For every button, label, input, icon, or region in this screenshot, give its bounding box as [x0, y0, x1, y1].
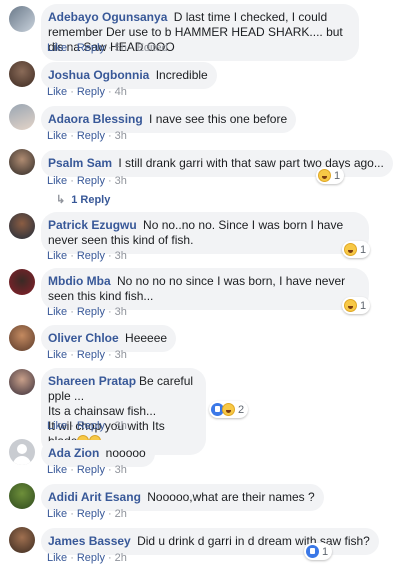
reaction-count[interactable]: 1 [304, 543, 333, 560]
reply-button[interactable]: Reply [77, 349, 105, 361]
commenter-name[interactable]: Oliver Chloe [48, 331, 119, 345]
reaction-count[interactable]: 1 [342, 241, 371, 258]
commenter-name[interactable]: James Bassey [48, 534, 131, 548]
like-button[interactable]: Like [47, 175, 67, 187]
comment-text: Did u drink d garri in d dream with saw … [137, 534, 370, 548]
reply-button[interactable]: Reply [77, 420, 105, 432]
reply-button[interactable]: Reply [77, 552, 105, 564]
reply-button[interactable]: Reply [77, 250, 105, 262]
haha-reaction-icon [318, 169, 331, 182]
edited-label[interactable]: Edited [137, 42, 168, 54]
comment-actions: Like · Reply · 2h [47, 508, 127, 520]
avatar[interactable] [9, 325, 35, 351]
reply-button[interactable]: Reply [77, 175, 105, 187]
timestamp[interactable]: 3h [115, 130, 127, 142]
like-button[interactable]: Like [47, 306, 67, 318]
timestamp[interactable]: 3h [115, 464, 127, 476]
view-replies-link[interactable]: ↳ 1 Reply [56, 193, 111, 207]
avatar[interactable] [9, 213, 35, 239]
timestamp[interactable]: 3h [115, 175, 127, 187]
timestamp[interactable]: 3h [115, 306, 127, 318]
comment-feed: Adebayo Ogunsanya D last time I checked,… [0, 0, 402, 574]
comment-bubble: Mbdio Mba No no no no since I was born, … [41, 268, 369, 310]
timestamp[interactable]: 3h [115, 250, 127, 262]
comment-text-line2: Its a chainsaw fish... [48, 404, 157, 418]
reply-button[interactable]: Reply [77, 86, 105, 98]
comment-actions: Like · Reply · 3h [47, 130, 127, 142]
commenter-name[interactable]: Shareen Pratap [48, 374, 136, 388]
avatar[interactable] [9, 439, 35, 465]
comment-text: Heeeee [125, 331, 168, 345]
haha-reaction-icon [222, 403, 235, 416]
default-avatar-icon [17, 444, 27, 454]
like-reaction-icon [306, 545, 319, 558]
comment-bubble: Patrick Ezugwu No no..no no. Since I was… [41, 212, 369, 254]
comment-text: Nooooo,what are their names ? [147, 490, 315, 504]
commenter-name[interactable]: Ada Zion [48, 446, 99, 460]
comment-actions: Like · Reply · 3h [47, 464, 127, 476]
comment-actions: Like · Reply · 3h [47, 420, 127, 432]
avatar[interactable] [9, 6, 35, 32]
comment-text: I still drank garri with that saw part t… [118, 156, 384, 170]
timestamp[interactable]: 4h [115, 86, 127, 98]
reply-button[interactable]: Reply [77, 508, 105, 520]
commenter-name[interactable]: Adebayo Ogunsanya [48, 10, 167, 24]
like-button[interactable]: Like [47, 250, 67, 262]
timestamp[interactable]: 3h [115, 349, 127, 361]
avatar[interactable] [9, 149, 35, 175]
reply-arrow-icon: ↳ [56, 194, 66, 206]
like-button[interactable]: Like [47, 420, 67, 432]
timestamp[interactable]: 2h [115, 508, 127, 520]
like-button[interactable]: Like [47, 130, 67, 142]
comment-text: Incredible [155, 68, 208, 82]
commenter-name[interactable]: Adaora Blessing [48, 112, 143, 126]
avatar[interactable] [9, 483, 35, 509]
haha-reaction-icon [344, 299, 357, 312]
reaction-count[interactable]: 1 [316, 167, 345, 184]
reply-button[interactable]: Reply [77, 42, 105, 54]
timestamp[interactable]: 3h [115, 420, 127, 432]
avatar[interactable] [9, 61, 35, 87]
timestamp[interactable]: 2h [115, 552, 127, 564]
reply-button[interactable]: Reply [77, 464, 105, 476]
like-button[interactable]: Like [47, 42, 67, 54]
view-replies-label: 1 Reply [71, 193, 111, 206]
comment-actions: Like · Reply · 3h [47, 349, 127, 361]
comment-actions: Like · Reply · 4h [47, 86, 127, 98]
commenter-name[interactable]: Adidi Arit Esang [48, 490, 141, 504]
reaction-count[interactable]: 2 [209, 401, 249, 418]
avatar[interactable] [9, 369, 35, 395]
timestamp[interactable]: 5h [115, 42, 127, 54]
comment-actions: Like · Reply · 3h [47, 175, 127, 187]
like-button[interactable]: Like [47, 552, 67, 564]
avatar[interactable] [9, 104, 35, 130]
commenter-name[interactable]: Joshua Ogbonnia [48, 68, 149, 82]
comment-text: I nave see this one before [149, 112, 288, 126]
reply-button[interactable]: Reply [77, 306, 105, 318]
commenter-name[interactable]: Mbdio Mba [48, 274, 111, 288]
comment-text: nooooo [105, 446, 146, 460]
like-button[interactable]: Like [47, 349, 67, 361]
avatar[interactable] [9, 269, 35, 295]
haha-reaction-icon [344, 243, 357, 256]
like-button[interactable]: Like [47, 508, 67, 520]
comment-actions: Like · Reply · 5h · Edited [47, 42, 168, 54]
commenter-name[interactable]: Patrick Ezugwu [48, 218, 137, 232]
comment-actions: Like · Reply · 3h [47, 306, 127, 318]
avatar[interactable] [9, 527, 35, 553]
comment-actions: Like · Reply · 2h [47, 552, 127, 564]
reply-button[interactable]: Reply [77, 130, 105, 142]
like-button[interactable]: Like [47, 86, 67, 98]
reaction-count[interactable]: 1 [342, 297, 371, 314]
commenter-name[interactable]: Psalm Sam [48, 156, 112, 170]
like-button[interactable]: Like [47, 464, 67, 476]
comment-actions: Like · Reply · 3h [47, 250, 127, 262]
